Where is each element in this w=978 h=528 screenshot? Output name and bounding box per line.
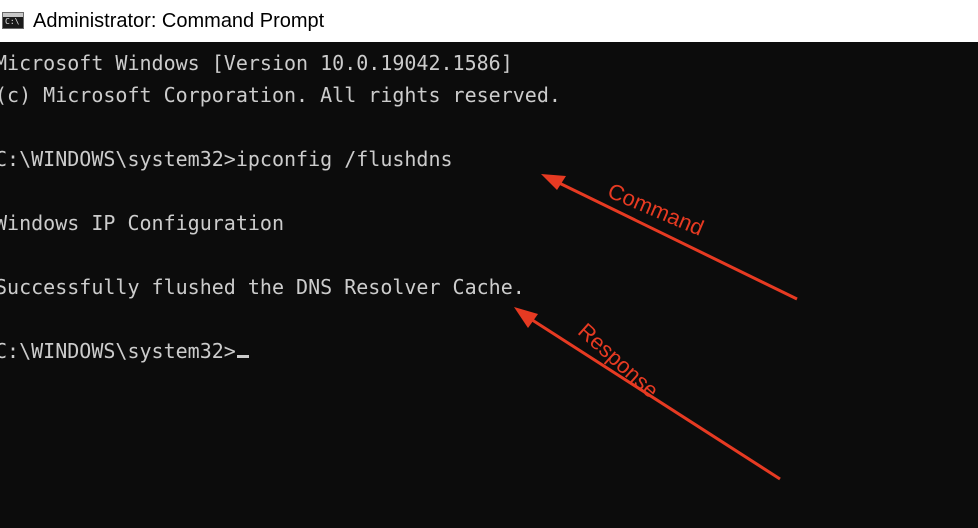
icon-glyph: C:\ [5, 17, 20, 26]
console-line-ip-config: Windows IP Configuration [0, 211, 284, 235]
console-prompt-line[interactable]: C:\WINDOWS\system32> [0, 338, 249, 364]
text-cursor [236, 355, 249, 358]
cmd-console-icon[interactable]: C:\ [2, 12, 24, 29]
console-output-area[interactable]: Microsoft Windows [Version 10.0.19042.15… [0, 42, 978, 528]
console-prompt-text: C:\WINDOWS\system32> [0, 339, 236, 363]
title-bar[interactable]: C:\ Administrator: Command Prompt [0, 0, 978, 42]
console-line-copyright: (c) Microsoft Corporation. All rights re… [0, 83, 561, 107]
console-line-response: Successfully flushed the DNS Resolver Ca… [0, 275, 525, 299]
console-line-version: Microsoft Windows [Version 10.0.19042.15… [0, 51, 513, 75]
console-line-command: C:\WINDOWS\system32>ipconfig /flushdns [0, 147, 453, 171]
window-title: Administrator: Command Prompt [33, 10, 325, 32]
command-prompt-window: C:\ Administrator: Command Prompt Micros… [0, 0, 978, 528]
